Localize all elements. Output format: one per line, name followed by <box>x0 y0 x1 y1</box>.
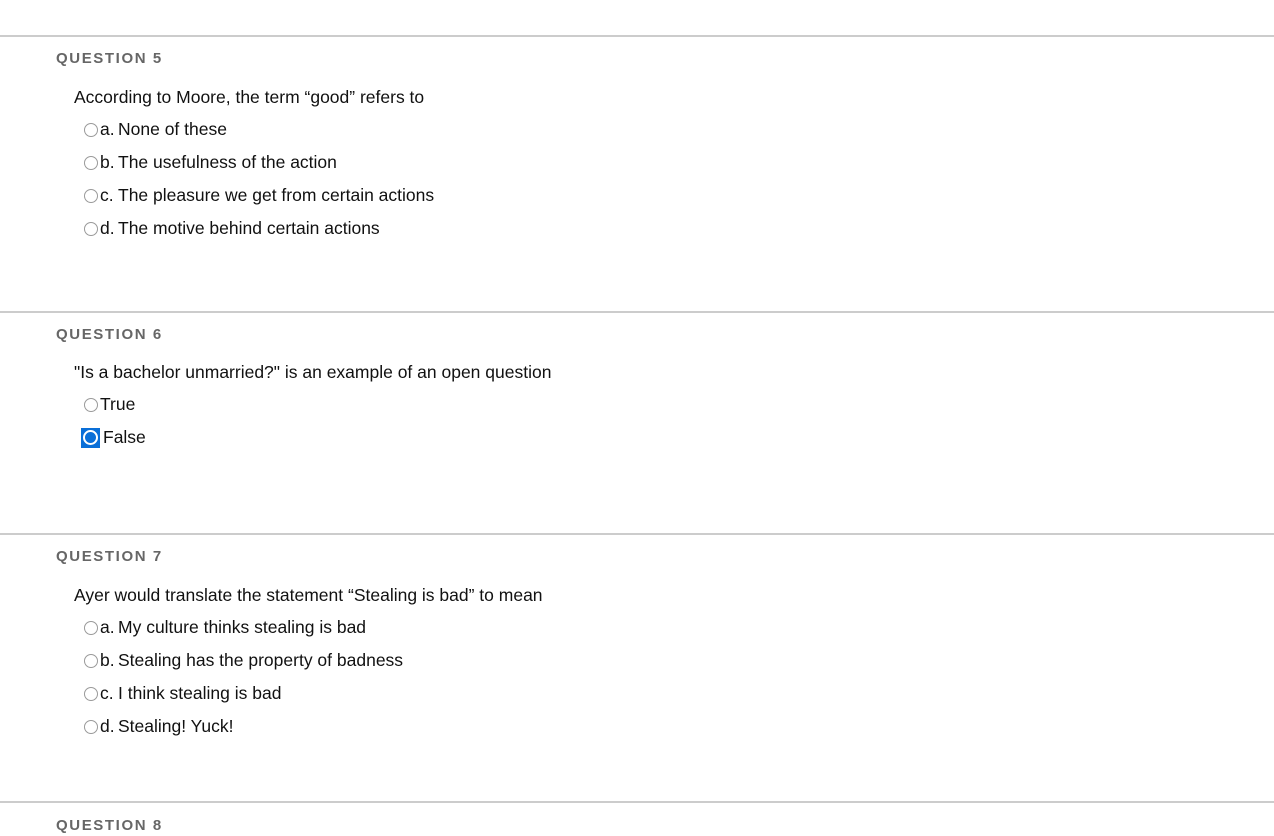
question-body-6: "Is a bachelor unmarried?" is an example… <box>0 345 1274 454</box>
answer-text: Stealing has the property of badness <box>118 650 404 670</box>
radio-button-icon[interactable] <box>84 719 98 734</box>
answer-text: The motive behind certain actions <box>118 218 380 238</box>
radio-button-icon[interactable] <box>84 188 98 203</box>
quiz-page: QUESTION 5 According to Moore, the term … <box>0 0 1274 836</box>
answer-list-6: True False <box>74 388 1274 454</box>
answer-label: c. I think stealing is bad <box>100 677 281 710</box>
answer-list-5: a. None of these b. The usefulness of th… <box>74 113 1274 245</box>
answer-text: None of these <box>118 119 227 139</box>
radio-button-icon[interactable] <box>84 397 98 412</box>
page-top-spacer <box>0 0 1274 35</box>
answer-option-6-true[interactable]: True <box>74 388 1274 421</box>
question-text-6: "Is a bachelor unmarried?" is an example… <box>74 362 552 382</box>
answer-text: True <box>100 394 136 414</box>
answer-letter: c. <box>100 683 114 703</box>
answer-text: Stealing! Yuck! <box>118 716 234 736</box>
answer-label: True <box>100 388 135 421</box>
answer-label: d. Stealing! Yuck! <box>100 710 233 743</box>
answer-letter: a. <box>100 119 115 139</box>
answer-letter: b. <box>100 650 115 670</box>
question-block-6: QUESTION 6 "Is a bachelor unmarried?" is… <box>0 313 1274 533</box>
radio-cell[interactable] <box>74 611 100 644</box>
radio-cell[interactable] <box>74 146 100 179</box>
radio-cell[interactable] <box>74 677 100 710</box>
radio-cell[interactable] <box>74 179 100 212</box>
radio-cell[interactable] <box>74 388 100 421</box>
answer-option-5d[interactable]: d. The motive behind certain actions <box>74 212 1274 245</box>
radio-button-icon[interactable] <box>84 686 98 701</box>
question-header-6: QUESTION 6 <box>56 326 163 343</box>
answer-text: The pleasure we get from certain actions <box>118 185 435 205</box>
answer-letter: d. <box>100 716 115 736</box>
question-block-8: QUESTION 8 <box>0 803 1274 836</box>
answer-letter: c. <box>100 185 114 205</box>
answer-label: c. The pleasure we get from certain acti… <box>100 179 434 212</box>
radio-focus-ring[interactable] <box>81 427 100 448</box>
answer-option-7c[interactable]: c. I think stealing is bad <box>74 677 1274 710</box>
question-block-5: QUESTION 5 According to Moore, the term … <box>0 37 1274 311</box>
question-text-5: According to Moore, the term “good” refe… <box>74 87 425 107</box>
radio-button-icon[interactable] <box>84 155 98 170</box>
answer-option-7d[interactable]: d. Stealing! Yuck! <box>74 710 1274 743</box>
answer-option-5a[interactable]: a. None of these <box>74 113 1274 146</box>
answer-letter: a. <box>100 617 115 637</box>
answer-option-5b[interactable]: b. The usefulness of the action <box>74 146 1274 179</box>
answer-label: False <box>100 421 146 454</box>
answer-text: False <box>103 427 146 447</box>
answer-list-7: a. My culture thinks stealing is bad b. … <box>74 611 1274 743</box>
radio-button-icon[interactable] <box>84 221 98 236</box>
answer-label: b. Stealing has the property of badness <box>100 644 403 677</box>
answer-label: a. None of these <box>100 113 227 146</box>
radio-cell[interactable] <box>74 212 100 245</box>
answer-letter: d. <box>100 218 115 238</box>
radio-button-icon[interactable] <box>84 653 98 668</box>
question-body-5: According to Moore, the term “good” refe… <box>0 69 1274 245</box>
radio-button-selected-icon[interactable] <box>83 430 98 445</box>
answer-label: a. My culture thinks stealing is bad <box>100 611 366 644</box>
radio-cell[interactable] <box>74 421 100 454</box>
answer-text: My culture thinks stealing is bad <box>118 617 367 637</box>
radio-cell[interactable] <box>74 113 100 146</box>
question-block-7: QUESTION 7 Ayer would translate the stat… <box>0 535 1274 801</box>
radio-button-icon[interactable] <box>84 620 98 635</box>
question-header-5: QUESTION 5 <box>56 50 163 67</box>
answer-text: The usefulness of the action <box>118 152 337 172</box>
question-body-7: Ayer would translate the statement “Stea… <box>0 567 1274 743</box>
question-text-7: Ayer would translate the statement “Stea… <box>74 585 543 605</box>
answer-label: b. The usefulness of the action <box>100 146 337 179</box>
answer-letter: b. <box>100 152 115 172</box>
answer-option-7b[interactable]: b. Stealing has the property of badness <box>74 644 1274 677</box>
radio-cell[interactable] <box>74 710 100 743</box>
answer-option-7a[interactable]: a. My culture thinks stealing is bad <box>74 611 1274 644</box>
answer-option-5c[interactable]: c. The pleasure we get from certain acti… <box>74 179 1274 212</box>
answer-label: d. The motive behind certain actions <box>100 212 380 245</box>
answer-text: I think stealing is bad <box>118 683 282 703</box>
answer-option-6-false[interactable]: False <box>74 421 1274 454</box>
question-header-7: QUESTION 7 <box>56 548 163 565</box>
question-header-8: QUESTION 8 <box>56 817 163 834</box>
radio-button-icon[interactable] <box>84 122 98 137</box>
radio-cell[interactable] <box>74 644 100 677</box>
